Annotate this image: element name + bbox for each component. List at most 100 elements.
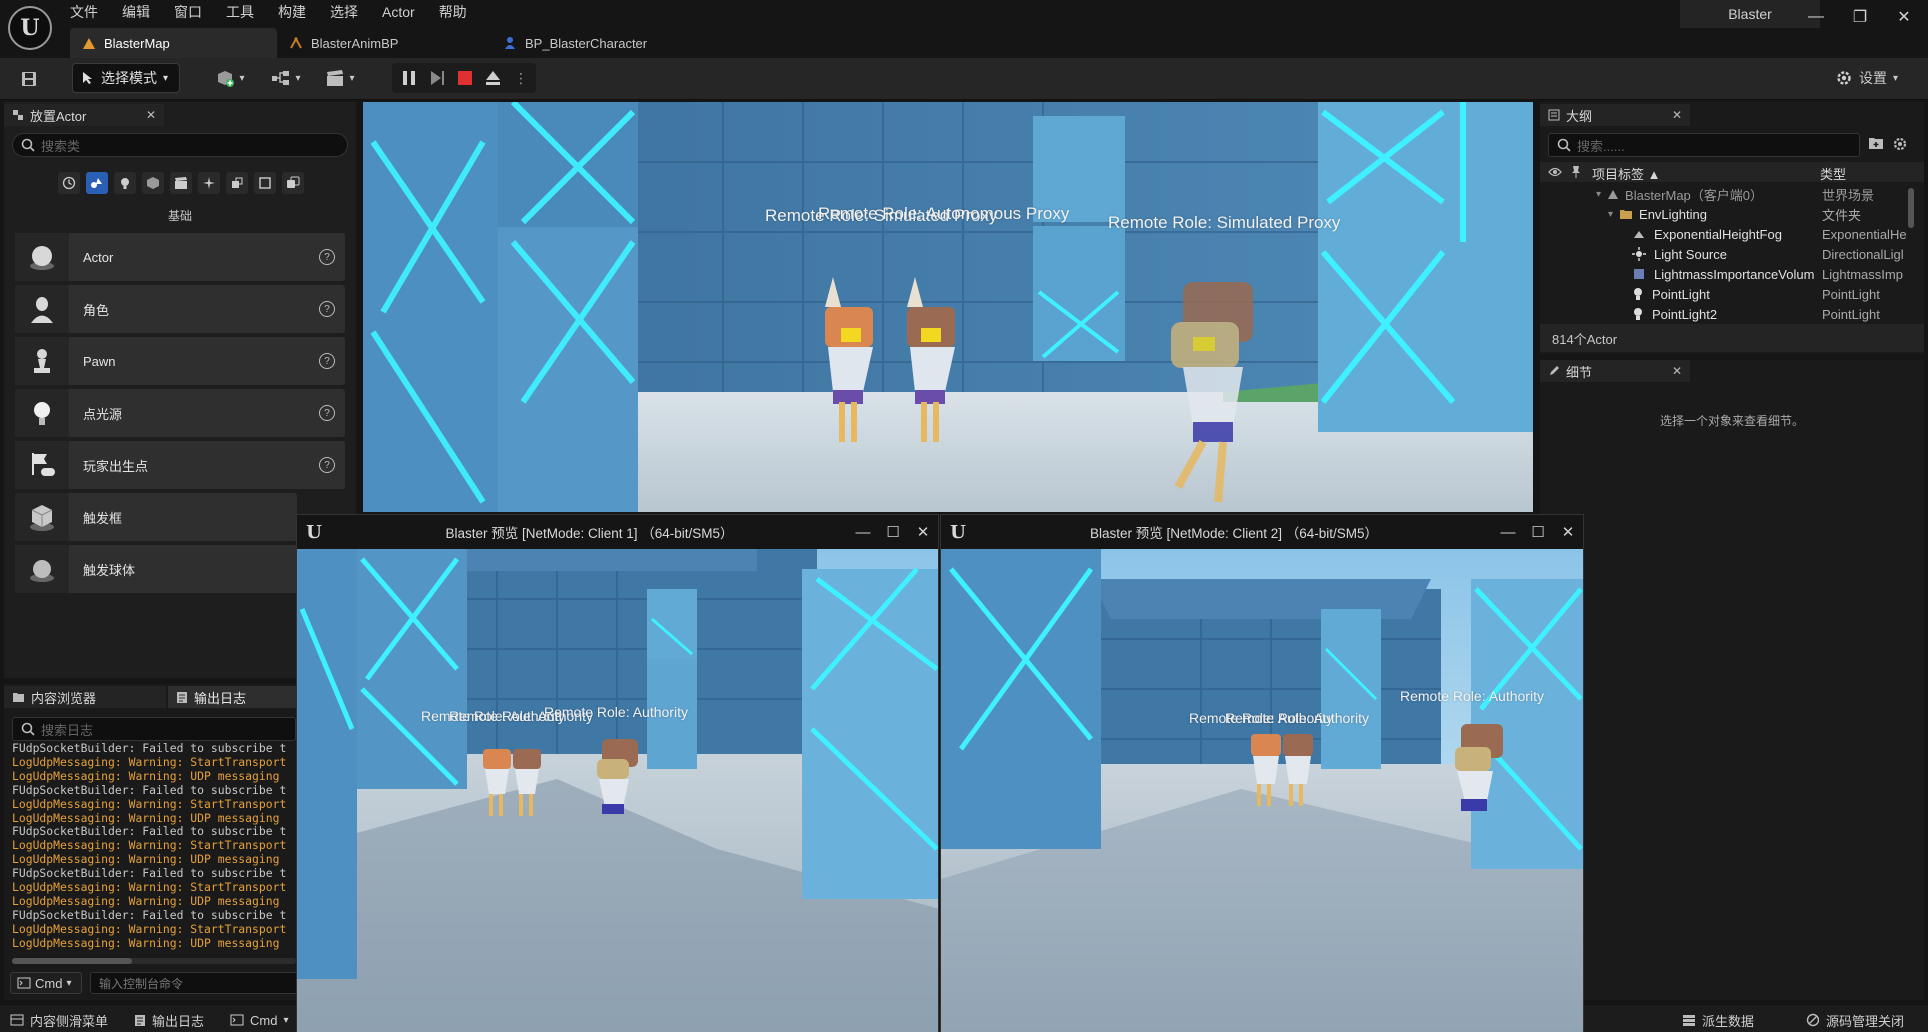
class-search-input[interactable]: 搜索类 <box>12 133 348 157</box>
geometry-filter[interactable] <box>226 172 248 194</box>
derived-data-button[interactable]: 派生数据 <box>1682 1009 1754 1031</box>
tree-row-actor[interactable]: PointLight2 PointLight <box>1540 304 1924 322</box>
log-line: LogUdpMessaging: Warning: StartTransport <box>12 880 287 895</box>
basic-filter[interactable] <box>86 172 108 194</box>
help-icon[interactable]: ? <box>319 353 335 369</box>
maximize-button[interactable]: ☐ <box>1523 523 1553 541</box>
pie-title-bar[interactable]: U Blaster 预览 [NetMode: Client 2] （64-bit… <box>941 515 1583 549</box>
save-button[interactable] <box>16 66 42 92</box>
help-icon[interactable]: ? <box>319 301 335 317</box>
menu-build[interactable]: 构建 <box>278 2 318 22</box>
blueprints-button[interactable]: ▾ <box>266 63 306 93</box>
outliner-settings-button[interactable] <box>1892 136 1910 154</box>
eject-button[interactable] <box>484 69 502 87</box>
outliner-tab[interactable]: 大纲 ✕ <box>1540 104 1690 126</box>
log-line: LogUdpMessaging: Warning: UDP messaging <box>12 810 280 825</box>
actor-item-pawn[interactable]: Pawn ? <box>15 337 345 385</box>
tree-row-actor[interactable]: PointLight PointLight <box>1540 284 1924 304</box>
log-search-input[interactable]: 搜索日志 <box>12 717 296 741</box>
add-content-button[interactable]: ▾ <box>210 63 250 93</box>
column-type[interactable]: 类型 <box>1820 164 1846 183</box>
menu-window[interactable]: 窗口 <box>174 2 214 22</box>
visual-effects-filter[interactable] <box>198 172 220 194</box>
close-button[interactable]: ✕ <box>908 523 938 541</box>
actor-label: Actor <box>83 249 114 265</box>
tab-blasteranimbp[interactable]: BlasterAnimBP <box>277 28 491 58</box>
place-actors-tab[interactable]: 放置Actor ✕ <box>4 104 164 126</box>
cinematics-button[interactable]: ▾ <box>320 63 360 93</box>
tab-output-log[interactable]: 输出日志 <box>168 686 296 708</box>
derived-data-icon <box>1683 1015 1695 1026</box>
actor-item-character[interactable]: 角色 ? <box>15 285 345 333</box>
actor-item-point-light[interactable]: 点光源 ? <box>15 389 345 437</box>
close-icon[interactable]: ✕ <box>146 108 156 122</box>
all-classes-filter[interactable] <box>282 172 304 194</box>
help-icon[interactable]: ? <box>319 405 335 421</box>
help-icon[interactable]: ? <box>319 457 335 473</box>
lights-filter[interactable] <box>114 172 136 194</box>
menu-select[interactable]: 选择 <box>330 2 370 22</box>
minimize-button[interactable]: — <box>848 524 878 541</box>
actor-item-trigger-box[interactable]: 触发框 <box>15 493 297 541</box>
tree-row-actor[interactable]: Light Source DirectionalLigl <box>1540 244 1924 264</box>
menu-tools[interactable]: 工具 <box>226 2 266 22</box>
menu-actor[interactable]: Actor <box>382 4 427 20</box>
menu-edit[interactable]: 编辑 <box>122 2 162 22</box>
output-log-button[interactable]: 输出日志 <box>134 1009 204 1031</box>
source-control-button[interactable]: 源码管理关闭 <box>1806 1009 1904 1031</box>
close-icon[interactable]: ✕ <box>1672 364 1682 378</box>
close-window-button[interactable]: ✕ <box>1882 0 1926 34</box>
mode-dropdown[interactable]: 选择模式 ▾ <box>72 63 180 93</box>
more-options-icon[interactable]: ⋮ <box>514 69 528 87</box>
menu-help[interactable]: 帮助 <box>439 2 479 22</box>
level-viewport[interactable]: Remote Role: Simulated Proxy Remote Role… <box>363 102 1533 512</box>
log-horizontal-scrollbar[interactable] <box>12 958 296 964</box>
close-icon[interactable]: ✕ <box>1672 108 1682 122</box>
volumes-filter[interactable] <box>254 172 276 194</box>
tab-content-browser[interactable]: 内容浏览器 <box>4 686 166 708</box>
source-control-off-icon <box>1806 1013 1820 1027</box>
actor-item-player-start[interactable]: 玩家出生点 ? <box>15 441 345 489</box>
add-actor-icon <box>218 71 235 87</box>
recent-filter[interactable] <box>58 172 80 194</box>
unreal-logo-icon[interactable]: U <box>8 6 52 50</box>
minimize-button[interactable]: — <box>1493 524 1523 541</box>
minimize-button[interactable]: — <box>1794 0 1838 34</box>
close-button[interactable]: ✕ <box>1553 523 1583 541</box>
tree-row-actor[interactable]: ExponentialHeightFog ExponentialHe <box>1540 224 1924 244</box>
pie-viewport[interactable]: Remote Role: Authority Remote Role: Auth… <box>297 549 938 1032</box>
scrollbar-thumb[interactable] <box>12 958 132 964</box>
console-input[interactable]: 输入控制台命令 <box>90 972 300 994</box>
tree-row-folder[interactable]: ▾ EnvLighting 文件夹 <box>1540 204 1924 224</box>
column-item-label[interactable]: 项目标签 ▲ <box>1592 164 1661 183</box>
pause-button[interactable] <box>400 69 418 87</box>
stop-button[interactable] <box>456 69 474 87</box>
tab-bp-blastercharacter[interactable]: BP_BlasterCharacter <box>491 28 711 58</box>
pie-window-client-1[interactable]: U Blaster 预览 [NetMode: Client 1] （64-bit… <box>296 514 939 1032</box>
settings-button[interactable]: 设置 ▾ <box>1835 63 1898 93</box>
shapes-filter[interactable] <box>142 172 164 194</box>
cmd-button[interactable]: Cmd ▾ <box>230 1009 288 1031</box>
cinematic-filter[interactable] <box>170 172 192 194</box>
pie-title-bar[interactable]: U Blaster 预览 [NetMode: Client 1] （64-bit… <box>297 515 938 549</box>
outliner-scrollbar[interactable] <box>1908 188 1914 228</box>
pie-window-client-2[interactable]: U Blaster 预览 [NetMode: Client 2] （64-bit… <box>940 514 1584 1032</box>
actor-item-trigger-sphere[interactable]: 触发球体 <box>15 545 297 593</box>
frame-skip-button[interactable] <box>428 69 446 87</box>
add-folder-button[interactable] <box>1868 136 1886 154</box>
tree-row-actor[interactable]: LightmassImportanceVolum LightmassImp <box>1540 264 1924 284</box>
eye-icon[interactable] <box>1548 166 1562 178</box>
pie-viewport[interactable]: Remote Role: Authority Remote Role: Auth… <box>941 549 1583 1032</box>
maximize-button[interactable]: ☐ <box>878 523 908 541</box>
outliner-search-input[interactable]: 搜索...... <box>1548 133 1860 157</box>
pin-icon[interactable] <box>1570 165 1582 179</box>
content-drawer-button[interactable]: 内容侧滑菜单 <box>10 1009 108 1031</box>
actor-item-actor[interactable]: Actor ? <box>15 233 345 281</box>
tab-blastermap[interactable]: BlasterMap <box>70 28 277 58</box>
menu-file[interactable]: 文件 <box>70 2 110 22</box>
console-mode-dropdown[interactable]: Cmd ▾ <box>10 972 82 994</box>
restore-button[interactable]: ❐ <box>1838 0 1882 34</box>
help-icon[interactable]: ? <box>319 249 335 265</box>
details-tab[interactable]: 细节 ✕ <box>1540 360 1690 382</box>
tree-row-world[interactable]: ▾ BlasterMap（客户端0） 世界场景 <box>1540 184 1924 204</box>
